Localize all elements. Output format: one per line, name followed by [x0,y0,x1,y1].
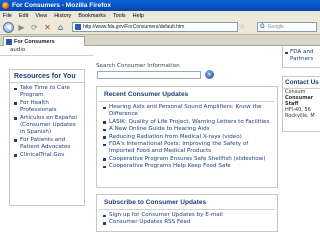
menu-bar: File Edit View History Bookmarks Tools H… [0,11,320,20]
resource-link[interactable]: Artículos en Español (Consumer Updates i… [14,115,82,137]
menu-view[interactable]: View [35,13,47,19]
update-link[interactable]: Hearing Aids and Personal Sound Amplifie… [103,104,273,119]
url-text: http://www.fda.gov/ForConsumers/default.… [83,24,185,30]
title-bar: For Consumers - Mozilla Firefox [0,0,320,11]
google-icon: G [260,24,265,30]
search-engine-placeholder: Google [267,24,284,30]
contact-title: Contact Us [283,77,320,89]
update-link[interactable]: LASIK: Quality of Life Project, Warning … [103,119,273,126]
stop-button[interactable]: ✕ [42,22,53,33]
fda-partners-link[interactable]: FDA and [285,49,320,56]
menu-tools[interactable]: Tools [113,13,126,19]
tab-favicon-icon [6,38,12,45]
update-link[interactable]: Cooperative Programs Help Keep Food Safe [103,163,273,170]
right-links-panel: FDA and Partners [282,46,320,68]
consumer-search-input[interactable] [97,71,201,79]
fda-partners-link-cont[interactable]: Partners [285,56,320,63]
menu-edit[interactable]: Edit [19,13,28,19]
forward-button[interactable]: ▶ [16,22,27,33]
site-favicon-icon [75,24,81,30]
updates-title: Recent Consumer Updates [99,87,275,102]
resource-link[interactable]: ClinicalTrial.Gov [14,152,82,159]
search-go-button[interactable]: » [205,70,214,79]
update-link[interactable]: Cooperative Program Ensures Safe Shellfi… [103,156,273,163]
tab-bar: For Consumers [0,35,320,46]
home-button[interactable]: ⌂ [55,22,66,33]
subscribe-title: Subscribe to Consumer Updates [99,195,275,210]
back-button[interactable]: ◀ [3,21,14,33]
subscribe-panel: Subscribe to Consumer Updates Sign up fo… [96,194,278,232]
subscribe-link[interactable]: Sign up for Consumer Updates by E-mail [103,212,273,219]
resources-title: Resources for You [10,70,84,83]
page-content: audio Resources for You Take Time to Car… [0,46,320,240]
update-link[interactable]: FDA's International Posts: Improving the… [103,141,273,156]
contact-line: Rockville, M [285,113,315,119]
bookmark-star-icon[interactable]: ☆ [239,23,247,31]
update-link[interactable]: A New Online Guide to Hearing Aids [103,126,273,133]
search-engine-box[interactable]: G Google [257,22,317,32]
navigation-toolbar: ◀ ▶ ⟳ ✕ ⌂ http://www.fda.gov/ForConsumer… [0,20,320,35]
resource-link[interactable]: For Patients and Patient Advocates [14,137,82,151]
recent-updates-panel: Recent Consumer Updates Hearing Aids and… [96,86,278,188]
menu-bookmarks[interactable]: Bookmarks [78,13,106,19]
contact-panel: Contact Us Consum Consumer Staff HFI-40,… [282,76,320,132]
update-link[interactable]: Reducing Radiation from Medical X-rays (… [103,134,273,141]
url-bar[interactable]: http://www.fda.gov/ForConsumers/default.… [72,22,238,32]
tab-for-consumers[interactable]: For Consumers [3,36,85,46]
resource-link[interactable]: Take Time to Care Program [14,85,82,99]
subscribe-link[interactable]: Consumer Updates RSS Feed [103,219,273,226]
menu-file[interactable]: File [3,13,12,19]
resource-link[interactable]: For Health Professionals [14,100,82,114]
menu-history[interactable]: History [54,13,71,19]
audio-link-tail[interactable]: audio [10,47,25,53]
search-label: Search Consumer Information [96,63,180,69]
window-title: For Consumers - Mozilla Firefox [12,2,111,9]
resources-panel: Resources for You Take Time to Care Prog… [9,69,85,206]
firefox-icon [2,2,9,9]
reload-button[interactable]: ⟳ [29,22,40,33]
menu-help[interactable]: Help [133,13,144,19]
tab-label: For Consumers [14,38,55,45]
divider [0,55,94,56]
